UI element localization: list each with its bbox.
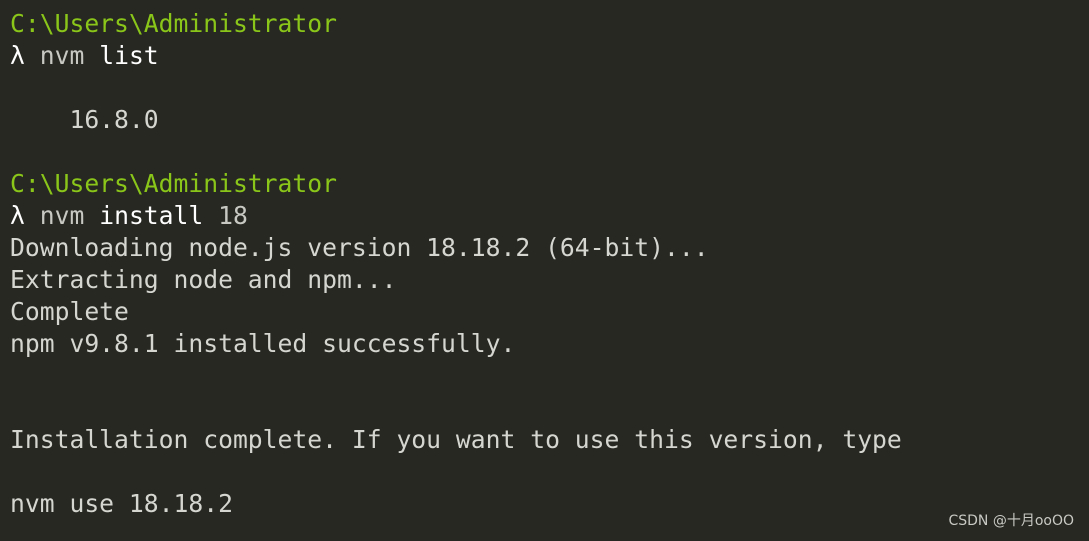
output-line: Complete: [10, 297, 129, 326]
command: nvm: [39, 201, 85, 230]
prompt-path: C:\Users\Administrator: [10, 9, 337, 38]
output-line: npm v9.8.1 installed successfully.: [10, 329, 516, 358]
watermark: CSDN @十月ooOO: [948, 513, 1074, 529]
terminal-output[interactable]: C:\Users\Administrator λ nvm list 16.8.0…: [10, 8, 902, 520]
output-line: 16.8.0: [10, 105, 159, 134]
command-args: list: [99, 41, 159, 70]
command-line: λ nvm install 18: [10, 200, 902, 232]
command-line: λ nvm list: [10, 40, 902, 72]
output-line: nvm use 18.18.2: [10, 489, 233, 518]
output-line: Extracting node and npm...: [10, 265, 397, 294]
lambda-prompt-icon: λ: [10, 201, 25, 230]
command: nvm: [39, 41, 85, 70]
output-line: Installation complete. If you want to us…: [10, 425, 902, 454]
command-version-arg: 18: [218, 201, 248, 230]
lambda-prompt-icon: λ: [10, 41, 25, 70]
prompt-path: C:\Users\Administrator: [10, 169, 337, 198]
output-line: Downloading node.js version 18.18.2 (64-…: [10, 233, 709, 262]
command-args: install: [99, 201, 204, 230]
